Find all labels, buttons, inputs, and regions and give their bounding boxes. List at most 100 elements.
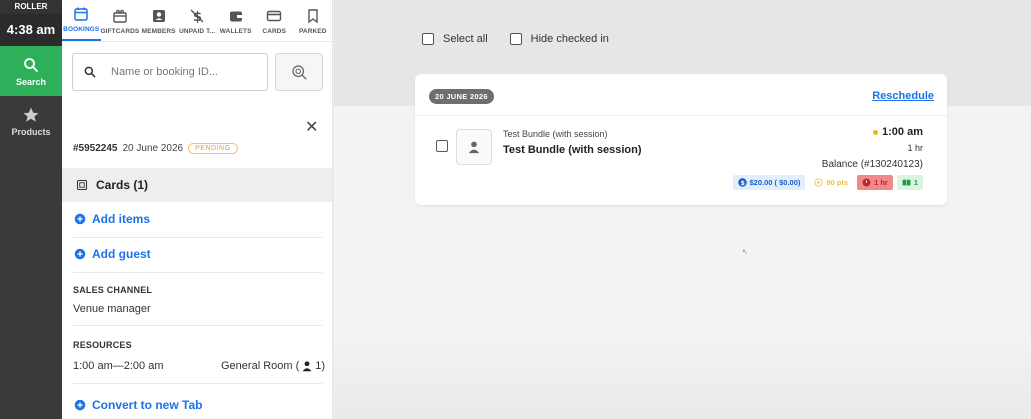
add-items-button[interactable]: Add items — [74, 212, 150, 226]
avatar — [456, 129, 492, 165]
card-icon — [76, 179, 88, 191]
booking-badges: $ $20.00 ( $0.00) 90 pts 1 hr 1 — [732, 175, 923, 190]
payment-badge: $ $20.00 ( $0.00) — [732, 175, 806, 190]
tickets-badge-label: 1 — [913, 178, 918, 187]
rail-item-search[interactable]: Search — [0, 46, 62, 96]
plus-circle-icon — [74, 248, 86, 260]
cards-section-header[interactable]: Cards (1) — [62, 168, 332, 202]
tickets-badge: 1 — [896, 175, 923, 190]
tab-bookings[interactable]: BOOKINGS — [62, 0, 101, 41]
rail-item-label: Search — [15, 76, 47, 87]
add-items-label: Add items — [92, 212, 151, 226]
divider — [73, 383, 322, 384]
booking-id: #5952245 — [73, 143, 118, 154]
booking-reference: #5952245 20 June 2026 PENDING — [73, 143, 238, 154]
add-guest-label: Add guest — [92, 247, 151, 261]
hide-checked-in-label: Hide checked in — [530, 33, 609, 45]
scan-search-button[interactable] — [275, 53, 323, 91]
booking-time-value: 1:00 am — [882, 126, 923, 138]
tab-label: CARDS — [262, 28, 287, 35]
product-subtitle: Test Bundle (with session) — [503, 129, 608, 139]
product-name[interactable]: Test Bundle (with session) — [503, 144, 642, 156]
select-all-label: Select all — [443, 33, 488, 45]
rail-item-label: Products — [11, 126, 51, 137]
plus-circle-icon — [74, 399, 86, 411]
points-badge-label: 90 pts — [826, 178, 849, 187]
payment-badge-label: $20.00 ( $0.00) — [749, 178, 801, 187]
hide-checked-in-checkbox[interactable]: Hide checked in — [509, 33, 609, 45]
timer-icon — [862, 178, 871, 187]
ticket-icon — [902, 179, 911, 186]
tab-cards[interactable]: CARDS — [255, 0, 294, 41]
points-badge: 90 pts — [809, 175, 854, 190]
bookmark-icon — [308, 9, 318, 24]
status-dot — [873, 129, 879, 135]
tab-label: WALLETS — [219, 28, 252, 35]
booking-balance: Balance (#130240123) — [821, 159, 923, 170]
dollar-circle-icon: $ — [737, 178, 747, 187]
reschedule-link[interactable]: Reschedule — [872, 90, 934, 102]
booking-panel: BOOKINGS GIFTCARDS MEMBERS $ UNPAID T...… — [62, 0, 333, 419]
time-badge-label: 1 hr — [874, 178, 888, 187]
tab-label: MEMBERS — [141, 28, 176, 35]
person-icon — [468, 141, 480, 154]
tab-label: GIFTCARDS — [100, 28, 140, 35]
booking-duration: 1 hr — [907, 143, 923, 153]
resources-time: 1:00 am—2:00 am — [73, 360, 164, 372]
mouse-cursor-icon: ↖ — [742, 249, 748, 256]
status-badge: PENDING — [188, 143, 238, 154]
panel-tabs: BOOKINGS GIFTCARDS MEMBERS $ UNPAID T...… — [62, 0, 332, 42]
time-badge: 1 hr — [857, 175, 893, 190]
tab-wallets[interactable]: WALLETS — [216, 0, 255, 41]
tab-parked[interactable]: PARKED — [293, 0, 332, 41]
booking-group-card: 20 JUNE 2026 Reschedule Test Bundle (wit… — [415, 74, 947, 205]
tab-unpaid[interactable]: $ UNPAID T... — [178, 0, 217, 41]
plus-circle-icon — [74, 213, 86, 225]
checkbox[interactable] — [422, 33, 434, 45]
search-input[interactable] — [111, 66, 251, 78]
wallet-icon — [229, 11, 242, 22]
sales-channel-value: Venue manager — [73, 303, 151, 315]
resources-label: RESOURCES — [73, 340, 132, 350]
main-area: Select all Hide checked in 20 JUNE 2026 … — [334, 0, 1031, 419]
scan-search-icon — [292, 65, 307, 80]
resources-room: General Room ( 1) — [221, 360, 325, 372]
date-chip: 20 JUNE 2026 — [429, 89, 494, 104]
tab-label: BOOKINGS — [63, 26, 100, 33]
search-icon — [84, 66, 96, 78]
gift-icon — [113, 9, 127, 23]
booking-date: 20 June 2026 — [122, 143, 184, 154]
add-guest-button[interactable]: Add guest — [74, 247, 151, 261]
rail-item-products[interactable]: Products — [0, 96, 62, 146]
convert-label: Convert to new Tab — [92, 398, 203, 412]
booking-time: 1:00 am — [873, 126, 923, 138]
convert-to-tab-button[interactable]: Convert to new Tab — [74, 398, 202, 412]
resources-room-label: General Room ( — [221, 360, 300, 372]
search-box[interactable] — [72, 53, 268, 91]
resources-room-count: 1) — [315, 360, 326, 372]
booking-row-checkbox[interactable] — [436, 140, 448, 152]
star-icon — [23, 107, 39, 122]
tab-label: UNPAID T... — [179, 28, 216, 35]
calendar-icon — [74, 7, 89, 21]
member-card-icon — [152, 10, 165, 22]
sales-channel-label: SALES CHANNEL — [73, 285, 153, 295]
credit-card-icon — [267, 10, 282, 22]
select-all-checkbox[interactable]: Select all — [422, 33, 488, 45]
plus-circle-outline-icon — [814, 178, 823, 187]
no-dollar-icon: $ — [190, 9, 204, 24]
svg-text:$: $ — [740, 180, 744, 187]
tab-label: PARKED — [298, 28, 327, 35]
checkbox[interactable] — [509, 33, 522, 45]
booking-group-header: 20 JUNE 2026 Reschedule — [415, 74, 947, 116]
tab-giftcards[interactable]: GIFTCARDS — [101, 0, 140, 41]
brand-logo: ROLLER — [0, 0, 62, 14]
left-rail: ROLLER 4:38 am Search Products — [0, 0, 62, 419]
divider — [73, 272, 322, 273]
close-icon[interactable]: ✕ — [305, 117, 318, 137]
divider — [73, 237, 322, 238]
person-icon — [302, 361, 312, 372]
tab-members[interactable]: MEMBERS — [139, 0, 178, 41]
clock: 4:38 am — [0, 14, 62, 46]
search-icon — [24, 57, 38, 72]
